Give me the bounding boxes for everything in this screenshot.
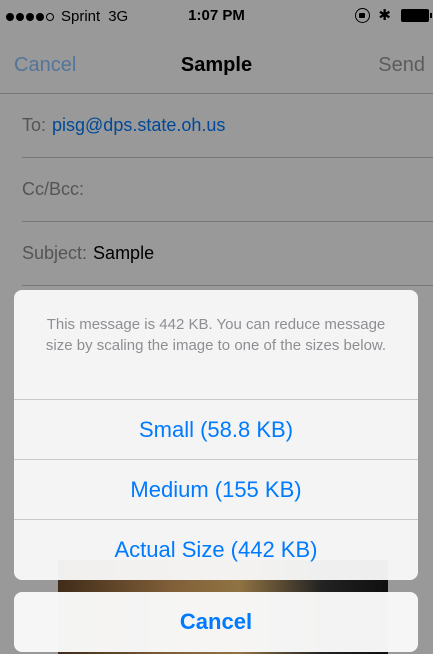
small-size-option[interactable]: Small (58.8 KB) (14, 400, 418, 460)
action-sheet-cancel-button[interactable]: Cancel (14, 592, 418, 652)
image-size-action-sheet: This message is 442 KB. You can reduce m… (14, 290, 418, 580)
medium-size-option[interactable]: Medium (155 KB) (14, 460, 418, 520)
actual-size-option[interactable]: Actual Size (442 KB) (14, 520, 418, 580)
action-sheet-message: This message is 442 KB. You can reduce m… (14, 290, 418, 400)
